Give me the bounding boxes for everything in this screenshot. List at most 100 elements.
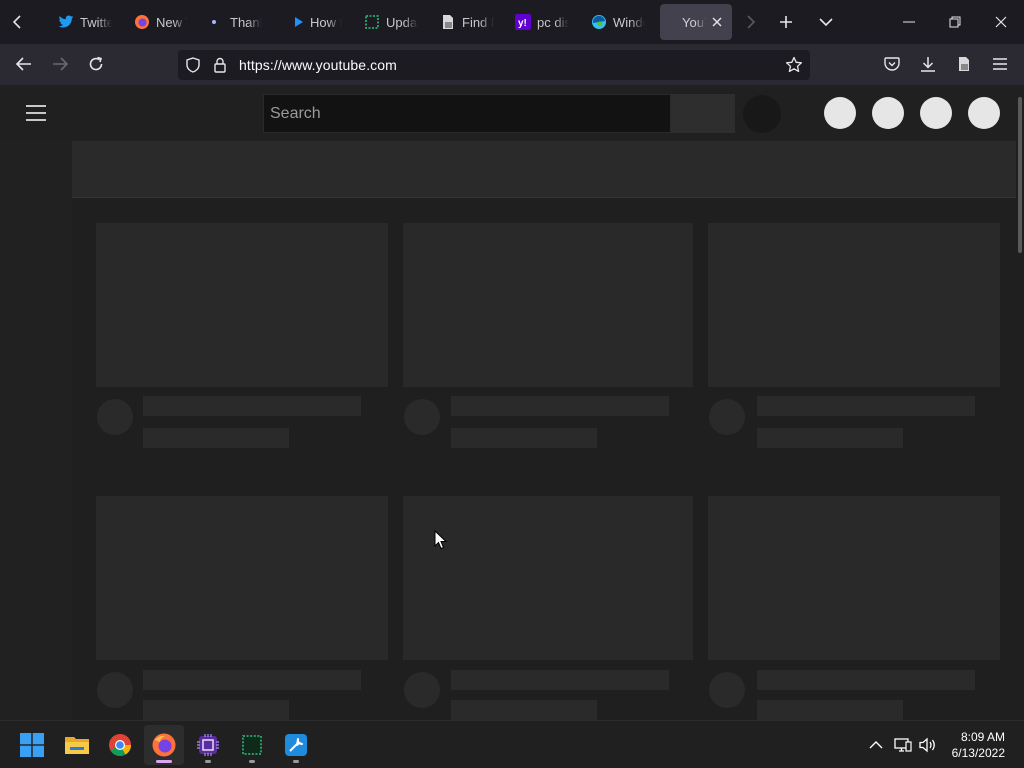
tab-label: Updat	[386, 14, 418, 30]
chevron-up-icon	[869, 741, 883, 749]
voice-search-button[interactable]	[743, 95, 781, 133]
tab-label: Thank	[230, 14, 262, 30]
url-text[interactable]: https://www.youtube.com	[239, 57, 397, 73]
channel-avatar-placeholder	[709, 399, 745, 435]
tab-windows[interactable]: Windo	[591, 4, 657, 40]
meta-placeholder	[757, 700, 903, 720]
channel-avatar-placeholder	[97, 399, 133, 435]
reload-button[interactable]	[80, 48, 112, 80]
title-placeholder	[757, 396, 975, 416]
system-clock[interactable]: 8:09 AM 6/13/2022	[952, 729, 1005, 761]
circuit-icon	[364, 14, 380, 30]
search-button[interactable]	[671, 94, 735, 133]
chevron-left-icon	[12, 15, 21, 29]
tab-label: YouTube	[682, 14, 706, 30]
tab-find[interactable]: Find M	[440, 4, 506, 40]
meta-placeholder	[757, 428, 903, 448]
chrome-icon	[109, 734, 131, 756]
extension-button[interactable]	[948, 48, 980, 80]
lock-icon[interactable]	[214, 57, 226, 78]
header-placeholder-circle	[872, 97, 904, 129]
scroll-tabs-left-button[interactable]	[0, 4, 36, 40]
list-all-tabs-button[interactable]	[808, 4, 844, 40]
close-tab-icon[interactable]	[712, 14, 722, 31]
title-placeholder	[143, 670, 361, 690]
channel-avatar-placeholder	[404, 399, 440, 435]
downloads-button[interactable]	[912, 48, 944, 80]
wrench-icon	[285, 734, 307, 756]
firefox-taskbar-button[interactable]	[144, 725, 184, 765]
video-thumbnail-placeholder	[403, 496, 693, 660]
tab-thank[interactable]: Thank	[208, 4, 274, 40]
network-button[interactable]	[893, 735, 913, 755]
meta-placeholder	[451, 428, 597, 448]
close-window-button[interactable]	[978, 0, 1024, 44]
search-input[interactable]	[264, 95, 670, 132]
scroll-tabs-right-button[interactable]	[732, 4, 768, 40]
tab-label: How t	[310, 14, 342, 30]
channel-avatar-placeholder	[404, 672, 440, 708]
tab-youtube-active[interactable]: YouTube	[660, 4, 732, 40]
mouse-cursor-icon	[434, 530, 448, 550]
tools-app-button[interactable]	[276, 725, 316, 765]
circuit-icon	[242, 735, 262, 755]
file-explorer-button[interactable]	[57, 725, 97, 765]
arrow-left-icon	[16, 57, 31, 71]
app-menu-button[interactable]	[984, 48, 1016, 80]
youtube-icon	[668, 14, 678, 30]
speaker-icon	[919, 737, 935, 753]
tab-label: pc dis	[537, 14, 569, 30]
arrow-right-icon	[53, 57, 68, 71]
network-icon	[894, 738, 912, 752]
clock-date: 6/13/2022	[951, 746, 1005, 760]
minimize-button[interactable]	[886, 0, 932, 44]
windows-logo-icon	[20, 733, 44, 757]
address-bar[interactable]: https://www.youtube.com	[178, 50, 810, 80]
chevron-right-icon	[747, 15, 756, 29]
volume-button[interactable]	[918, 735, 938, 755]
back-button[interactable]	[8, 48, 40, 80]
show-hidden-icons-button[interactable]	[866, 735, 886, 755]
tab-how-to[interactable]: How t	[290, 4, 352, 40]
tab-strip: Twitter New Tab Thank How t Updat Find M…	[0, 0, 1024, 44]
header-placeholder-circle	[968, 97, 1000, 129]
video-thumbnail-placeholder	[403, 223, 693, 387]
active-app-indicator	[156, 760, 172, 763]
circuit-app-button[interactable]	[232, 725, 272, 765]
folder-icon	[65, 737, 89, 754]
document-icon	[959, 57, 969, 71]
title-placeholder	[451, 670, 669, 690]
tab-label: Find M	[462, 14, 494, 30]
tab-pc-dis[interactable]: y! pc dis	[515, 4, 581, 40]
shield-icon[interactable]	[186, 57, 200, 78]
svg-text:y!: y!	[518, 18, 527, 29]
running-app-indicator	[249, 760, 255, 763]
chrome-button[interactable]	[100, 725, 140, 765]
page-scrollbar[interactable]	[1018, 97, 1022, 253]
video-thumbnail-placeholder	[708, 223, 1000, 387]
bookmark-star-icon[interactable]	[785, 56, 803, 79]
start-button[interactable]	[12, 725, 52, 765]
chevron-down-icon	[819, 18, 833, 27]
tab-update[interactable]: Updat	[364, 4, 430, 40]
title-placeholder	[451, 396, 669, 416]
chip-bar-placeholder	[72, 141, 1016, 198]
search-box[interactable]	[263, 94, 671, 133]
tab-label: Windo	[613, 14, 645, 30]
meta-placeholder	[451, 700, 597, 720]
firefox-icon	[152, 733, 176, 757]
restore-button[interactable]	[932, 0, 978, 44]
cpu-app-button[interactable]	[188, 725, 228, 765]
forward-button[interactable]	[44, 48, 76, 80]
new-tab-button[interactable]	[768, 4, 804, 40]
minimize-icon	[903, 21, 915, 23]
tab-twitter[interactable]: Twitter	[58, 4, 126, 40]
guide-sidebar	[0, 141, 72, 720]
tab-label: Twitter	[80, 14, 112, 30]
channel-avatar-placeholder	[709, 672, 745, 708]
guide-menu-icon[interactable]	[26, 105, 46, 126]
twitter-icon	[58, 14, 74, 30]
pocket-button[interactable]	[876, 48, 908, 80]
tab-new-tab[interactable]: New Tab	[134, 4, 200, 40]
video-thumbnail-placeholder	[96, 223, 388, 387]
